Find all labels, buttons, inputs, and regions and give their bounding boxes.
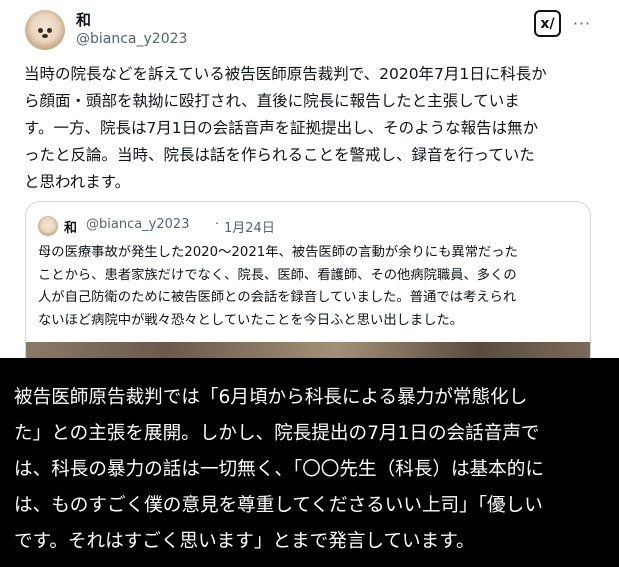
post-card: 和 @bianca_y2023 x/ ··· 当時の院長などを訴えている被告医師… [0, 0, 619, 371]
avatar-eye [38, 28, 43, 33]
caption-text: 被告医師原告裁判では「6月頃から科長による暴力が常態化し た」との主張を展開。し… [14, 387, 544, 552]
post-text: 当時の院長などを訴えている被告医師原告裁判で、2020年7月1日に科長か ら顔面… [24, 65, 547, 191]
quoted-author-name: 和 [64, 221, 78, 236]
quoted-post-date[interactable]: 1月24日 [224, 217, 275, 236]
quoted-separator: · [215, 217, 220, 232]
author-handle[interactable]: @bianca_y2023 [76, 31, 187, 47]
caption-panel: 被告医師原告裁判では「6月頃から科長による暴力が常態化し た」との主張を展開。し… [0, 358, 619, 567]
avatar-nose [42, 34, 48, 38]
quoted-post-text: 母の医療事故が発生した2020〜2021年、被告医師の言動が余りにも異常だった … [38, 245, 518, 328]
grok-icon[interactable]: x/ [534, 10, 561, 37]
quoted-post[interactable]: 和 @bianca_y2023 · 1月24日 母の医療事故が発生した2020〜… [25, 201, 591, 371]
author-avatar[interactable] [25, 10, 65, 50]
avatar-eye [47, 28, 52, 33]
more-options-icon[interactable]: ··· [570, 10, 594, 37]
quoted-author-handle: @bianca_y2023 [86, 217, 190, 232]
author-name[interactable]: 和 [76, 9, 91, 30]
quoted-author-avatar [38, 216, 58, 236]
